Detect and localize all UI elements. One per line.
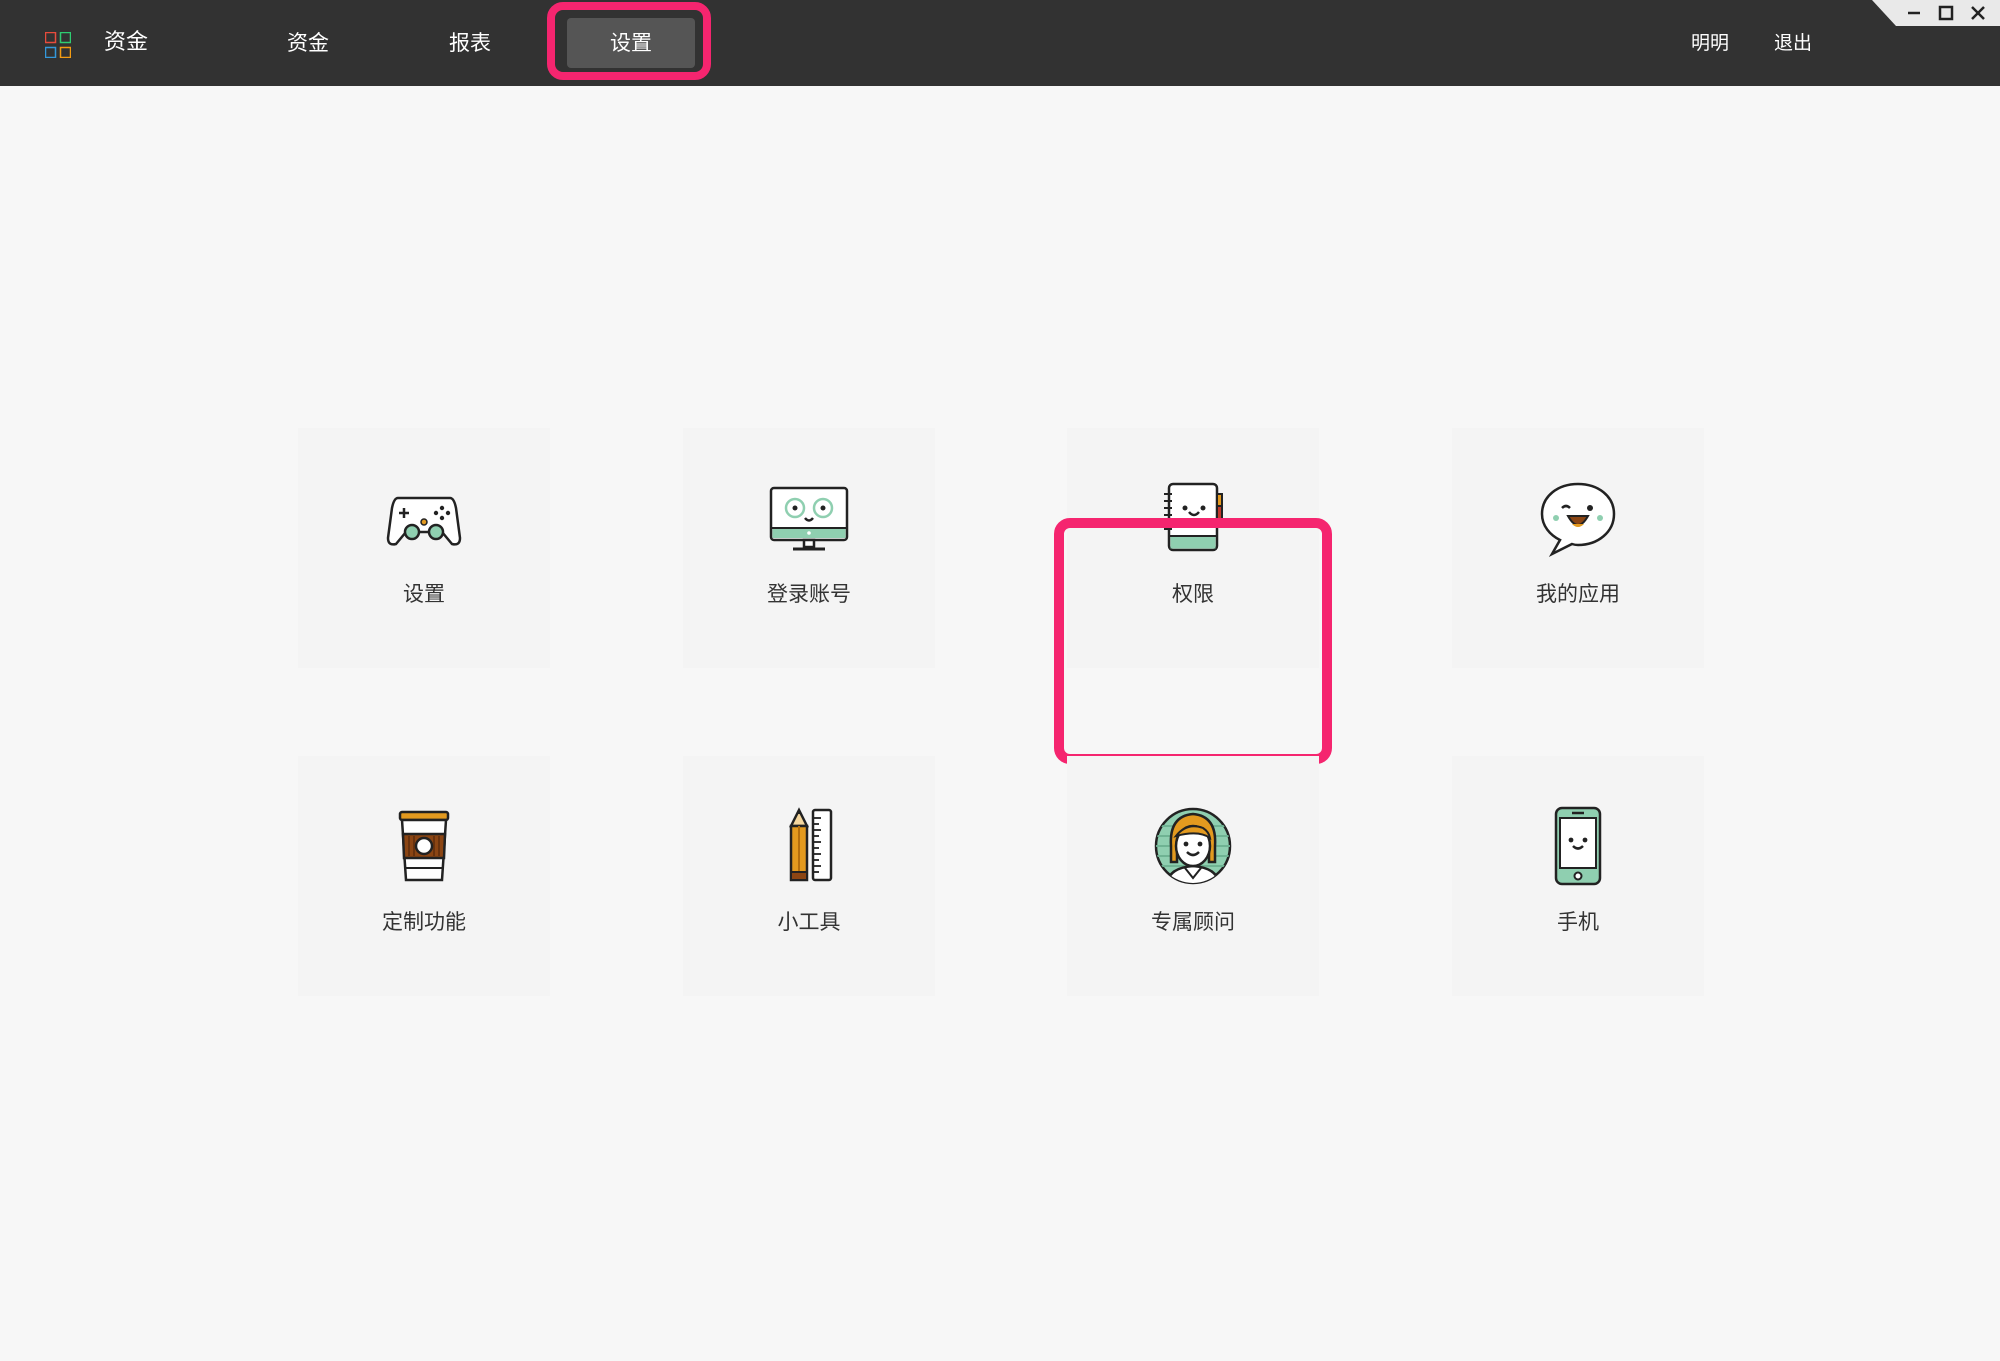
tile-dedicated-advisor[interactable]: 专属顾问 bbox=[1067, 756, 1319, 996]
tile-label: 手机 bbox=[1557, 910, 1599, 934]
minimize-icon[interactable] bbox=[1903, 2, 1925, 24]
tile-mobile[interactable]: 手机 bbox=[1452, 756, 1704, 996]
nav-tab-funds[interactable]: 资金 bbox=[286, 26, 330, 60]
tile-label: 专属顾问 bbox=[1151, 910, 1235, 934]
user-name-link[interactable]: 明明 bbox=[1691, 26, 1729, 60]
tile-label: 权限 bbox=[1172, 582, 1214, 606]
logout-link[interactable]: 退出 bbox=[1774, 26, 1812, 60]
tile-label: 定制功能 bbox=[382, 910, 466, 934]
tile-my-apps[interactable]: 我的应用 bbox=[1452, 428, 1704, 668]
mobile-phone-icon bbox=[1554, 806, 1602, 886]
tile-label: 设置 bbox=[403, 582, 445, 606]
tile-custom-features[interactable]: 定制功能 bbox=[298, 756, 550, 996]
tile-login-account[interactable]: 登录账号 bbox=[683, 428, 935, 668]
app-title: 资金 bbox=[104, 30, 149, 55]
nav-tab-reports[interactable]: 报表 bbox=[448, 26, 492, 60]
close-icon[interactable] bbox=[1967, 2, 1989, 24]
tile-tools[interactable]: 小工具 bbox=[683, 756, 935, 996]
notebook-icon bbox=[1164, 482, 1223, 552]
maximize-icon[interactable] bbox=[1935, 2, 1957, 24]
gamepad-icon bbox=[386, 496, 462, 546]
tile-label: 登录账号 bbox=[767, 582, 851, 606]
coffee-cup-icon bbox=[398, 810, 450, 882]
tile-label: 我的应用 bbox=[1536, 582, 1620, 606]
tile-label: 小工具 bbox=[777, 910, 841, 934]
chat-bubble-icon bbox=[1540, 482, 1616, 557]
tile-permissions[interactable]: 权限 bbox=[1067, 428, 1319, 668]
top-bar: 资金 资金 报表 设置 明明 退出 bbox=[0, 0, 2000, 86]
pencil-ruler-icon bbox=[788, 807, 833, 882]
advisor-avatar-icon bbox=[1154, 807, 1232, 885]
tile-settings[interactable]: 设置 bbox=[298, 428, 550, 668]
monitor-icon bbox=[769, 486, 849, 551]
app-grid-icon bbox=[45, 32, 71, 58]
nav-tab-settings[interactable]: 设置 bbox=[567, 18, 695, 68]
